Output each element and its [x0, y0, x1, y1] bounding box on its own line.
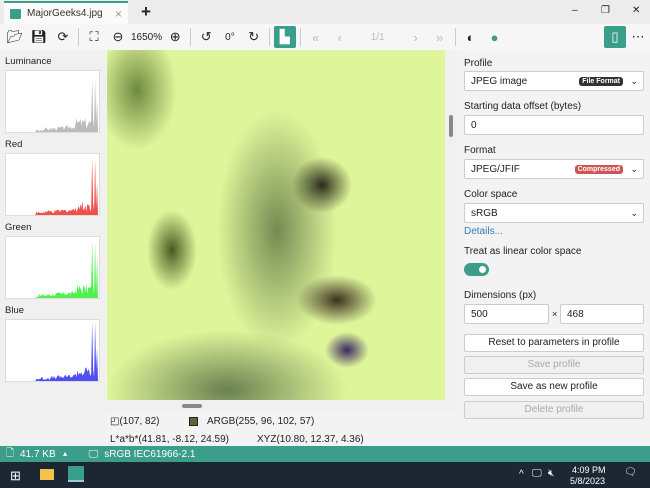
- clock-time[interactable]: 4:09 PM: [572, 465, 606, 475]
- tab-close-icon[interactable]: ×: [115, 7, 122, 21]
- profile-label: Profile: [464, 58, 493, 69]
- histogram-label: Green: [5, 222, 32, 233]
- profile-panel: Profile JPEG image File Format ⌄ Starting …: [458, 50, 650, 446]
- histogram-label: Red: [5, 139, 23, 150]
- colorspace-select[interactable]: sRGB ⌄: [464, 203, 644, 223]
- monitor-icon: 🖵︎: [88, 448, 99, 460]
- chevron-down-icon: ⌄: [630, 163, 638, 174]
- color-profile[interactable]: sRGB IEC61966-2.1: [104, 449, 195, 460]
- histogram-area: [6, 321, 99, 381]
- zoom-out-icon[interactable]: ⊖: [107, 26, 129, 48]
- details-link[interactable]: Details...: [464, 226, 503, 237]
- histogram-label: Blue: [5, 305, 25, 316]
- histogram-toggle-icon[interactable]: ▙: [273, 26, 296, 48]
- vertical-scrollbar[interactable]: [445, 50, 457, 400]
- first-page-icon[interactable]: «: [305, 26, 327, 48]
- dimensions-label: Dimensions (px): [464, 290, 537, 301]
- compressed-badge: Compressed: [574, 164, 623, 174]
- save-profile-button[interactable]: Save profile: [464, 356, 644, 374]
- file-format-badge: File Format: [579, 76, 623, 86]
- histogram-panel: Luminance Red Green Blue: [0, 50, 106, 446]
- volume-muted-icon[interactable]: 🔇︎: [548, 468, 554, 479]
- prev-page-icon[interactable]: ‹: [329, 26, 351, 48]
- minimize-button[interactable]: –: [572, 5, 578, 16]
- delete-profile-button[interactable]: Delete profile: [464, 401, 644, 419]
- xyz-value: XYZ(10.80, 12.37, 4.36): [257, 434, 364, 445]
- rotate-right-icon[interactable]: ↻: [243, 26, 265, 48]
- zoom-level[interactable]: 1650%: [131, 32, 162, 43]
- more-options-icon[interactable]: ⋯: [627, 26, 649, 48]
- divider: [190, 28, 192, 46]
- rotation-value: 0°: [225, 31, 235, 43]
- reset-button[interactable]: Reset to parameters in profile: [464, 334, 644, 352]
- divider: [78, 28, 79, 46]
- clock-date[interactable]: 5/8/2023: [570, 476, 605, 486]
- format-label: Format: [464, 145, 496, 156]
- histogram-area: [6, 241, 99, 298]
- chevron-down-icon: ⌄: [630, 207, 638, 218]
- taskbar: ⊞ ^ 🖵︎ 🔇︎ 4:09 PM 5/8/2023 🗨︎: [0, 462, 650, 488]
- status-bar: 🗋︎ 41.7 KB ▲ 🖵︎ sRGB IEC61966-2.1: [0, 446, 650, 462]
- app-icon[interactable]: [68, 466, 84, 482]
- restore-button[interactable]: ❐: [601, 5, 610, 16]
- page-indicator: 1/1: [370, 31, 385, 43]
- chevron-down-icon: ⌄: [630, 75, 638, 86]
- linear-toggle[interactable]: [464, 263, 489, 276]
- save-icon[interactable]: 💾︎: [28, 26, 50, 48]
- histogram-area: [6, 78, 99, 132]
- notifications-icon[interactable]: 🗨︎: [624, 467, 637, 478]
- width-input[interactable]: 500: [464, 304, 549, 324]
- height-input[interactable]: 468: [560, 304, 644, 324]
- histogram-red: [5, 153, 100, 216]
- tab-title: MajorGeeks4.jpg: [27, 8, 103, 19]
- histogram-area: [6, 158, 99, 215]
- offset-input[interactable]: 0: [464, 115, 644, 135]
- windows-start-icon[interactable]: ⊞: [10, 468, 21, 484]
- image-icon: [10, 8, 21, 19]
- colorspace-label: Color space: [464, 189, 518, 200]
- lab-value: L*a*b*(41.81, -8.12, 24.59): [110, 434, 229, 445]
- toolbar: 📂︎ 💾︎ ⟳ ⛶ ⊖ 1650% ⊕ ↺ 0° ↻ ▙ « ‹ 1/1 › »…: [0, 24, 650, 50]
- last-page-icon[interactable]: »: [429, 26, 451, 48]
- reload-icon[interactable]: ⟳: [52, 26, 74, 48]
- image-canvas[interactable]: [107, 50, 457, 400]
- panel-toggle-icon[interactable]: ▯: [604, 26, 626, 48]
- save-as-new-profile-button[interactable]: Save as new profile: [464, 378, 644, 396]
- format-select[interactable]: JPEG/JFIF Compressed ⌄: [464, 159, 644, 179]
- new-tab-button[interactable]: +: [141, 2, 151, 22]
- divider: [299, 28, 301, 46]
- pixel-color-swatch: [189, 417, 198, 426]
- caret-up-icon: ▲: [61, 450, 69, 458]
- contrast-icon[interactable]: ◐: [460, 26, 482, 48]
- tab-bar: MajorGeeks4.jpg × + – ❐ ✕: [0, 0, 650, 24]
- file-icon: 🗋︎: [6, 447, 15, 459]
- divider: [454, 28, 456, 46]
- file-size[interactable]: 41.7 KB: [20, 449, 56, 460]
- histogram-green: [5, 236, 100, 299]
- tab-majorgeeks4[interactable]: MajorGeeks4.jpg ×: [4, 1, 128, 24]
- next-page-icon[interactable]: ›: [405, 26, 427, 48]
- rotate-left-icon[interactable]: ↺: [195, 26, 217, 48]
- divider: [268, 28, 270, 46]
- close-window-button[interactable]: ✕: [632, 5, 640, 16]
- tray-chevron-icon[interactable]: ^: [519, 469, 524, 480]
- file-explorer-icon[interactable]: [40, 469, 54, 480]
- open-folder-icon[interactable]: 📂︎: [4, 26, 26, 48]
- linear-label: Treat as linear color space: [464, 246, 582, 257]
- horizontal-scrollbar[interactable]: [107, 400, 457, 412]
- profile-select[interactable]: JPEG image File Format ⌄: [464, 71, 644, 91]
- histogram-label: Luminance: [5, 56, 52, 67]
- histogram-blue: [5, 319, 100, 382]
- zoom-in-icon[interactable]: ⊕: [164, 26, 186, 48]
- offset-label: Starting data offset (bytes): [464, 101, 582, 112]
- argb-value: ARGB(255, 96, 102, 57): [207, 416, 315, 427]
- times-sign: ×: [552, 309, 558, 319]
- histogram-luminance: [5, 70, 100, 133]
- color-palette-icon[interactable]: ●: [484, 26, 506, 48]
- fit-to-window-icon[interactable]: ⛶: [83, 26, 105, 48]
- pixel-coordinates: ◰(107, 82): [110, 416, 160, 427]
- network-icon[interactable]: 🖵︎: [532, 468, 542, 479]
